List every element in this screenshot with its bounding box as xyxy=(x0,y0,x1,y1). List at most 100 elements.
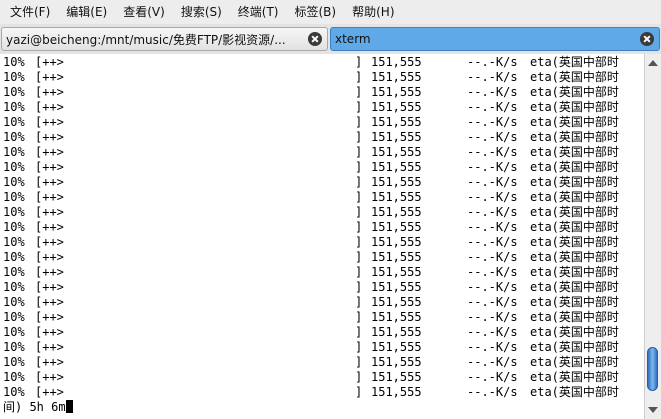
vertical-scrollbar[interactable] xyxy=(644,54,661,419)
download-speed: --.-K/s xyxy=(467,265,518,279)
progress-bar: [++> xyxy=(35,325,64,339)
tab-label: yazi@beicheng:/mnt/music/免费FTP/影视资源/... xyxy=(6,32,286,47)
progress-percent: 10% xyxy=(3,115,25,129)
download-speed: --.-K/s xyxy=(467,385,518,399)
progress-bar-end: ] xyxy=(355,355,363,369)
progress-bar-end: ] xyxy=(355,100,363,114)
download-speed: --.-K/s xyxy=(467,145,518,159)
progress-percent: 10% xyxy=(3,100,25,114)
progress-bar-end: ] xyxy=(355,160,363,174)
tab-xterm[interactable]: xterm xyxy=(330,27,660,51)
progress-percent: 10% xyxy=(3,205,25,219)
eta-text: eta(英国中部时 xyxy=(530,130,619,144)
progress-bar: [++> xyxy=(35,235,64,249)
progress-percent: 10% xyxy=(3,265,25,279)
close-icon[interactable] xyxy=(640,32,654,46)
eta-text: eta(英国中部时 xyxy=(530,370,619,384)
progress-bar-end: ] xyxy=(355,175,363,189)
bytes-downloaded: 151,555 xyxy=(371,355,422,369)
progress-percent: 10% xyxy=(3,325,25,339)
progress-bar: [++> xyxy=(35,250,64,264)
bytes-downloaded: 151,555 xyxy=(371,310,422,324)
eta-text: eta(英国中部时 xyxy=(530,115,619,129)
download-speed: --.-K/s xyxy=(467,310,518,324)
progress-bar-end: ] xyxy=(355,295,363,309)
eta-text: eta(英国中部时 xyxy=(530,355,619,369)
eta-text: eta(英国中部时 xyxy=(530,340,619,354)
bytes-downloaded: 151,555 xyxy=(371,325,422,339)
tab-label: xterm xyxy=(335,32,371,46)
progress-percent: 10% xyxy=(3,190,25,204)
progress-percent: 10% xyxy=(3,250,25,264)
eta-text: eta(英国中部时 xyxy=(530,250,619,264)
progress-bar-end: ] xyxy=(355,205,363,219)
eta-text: eta(英国中部时 xyxy=(530,55,619,69)
text-cursor xyxy=(65,400,73,413)
download-speed: --.-K/s xyxy=(467,100,518,114)
bytes-downloaded: 151,555 xyxy=(371,280,422,294)
download-speed: --.-K/s xyxy=(467,115,518,129)
menu-view[interactable]: 查看(V) xyxy=(115,0,173,24)
progress-percent: 10% xyxy=(3,340,25,354)
eta-text: eta(英国中部时 xyxy=(530,190,619,204)
progress-bar-end: ] xyxy=(355,145,363,159)
download-speed: --.-K/s xyxy=(467,55,518,69)
progress-percent: 10% xyxy=(3,145,25,159)
progress-bar: [++> xyxy=(35,220,64,234)
bytes-downloaded: 151,555 xyxy=(371,175,422,189)
progress-bar-end: ] xyxy=(355,235,363,249)
progress-bar-end: ] xyxy=(355,370,363,384)
progress-bar: [++> xyxy=(35,100,64,114)
terminal-output[interactable]: 10% [++>] 151,555 --.-K/s eta(英国中部时 10% [++>] 1… xyxy=(0,54,644,419)
scroll-up-arrow-icon[interactable] xyxy=(648,60,658,66)
bytes-downloaded: 151,555 xyxy=(371,250,422,264)
eta-text: eta(英国中部时 xyxy=(530,325,619,339)
last-line-text: 间) 5h 6m xyxy=(3,400,66,414)
download-speed: --.-K/s xyxy=(467,205,518,219)
progress-percent: 10% xyxy=(3,85,25,99)
scroll-thumb[interactable] xyxy=(647,347,658,392)
menu-tabs[interactable]: 标签(B) xyxy=(287,0,345,24)
bytes-downloaded: 151,555 xyxy=(371,190,422,204)
close-icon[interactable] xyxy=(308,32,322,46)
download-speed: --.-K/s xyxy=(467,355,518,369)
progress-bar: [++> xyxy=(35,190,64,204)
progress-bar-end: ] xyxy=(355,310,363,324)
bytes-downloaded: 151,555 xyxy=(371,220,422,234)
bytes-downloaded: 151,555 xyxy=(371,115,422,129)
menu-terminal[interactable]: 终端(T) xyxy=(230,0,287,24)
progress-bar: [++> xyxy=(35,55,64,69)
bytes-downloaded: 151,555 xyxy=(371,100,422,114)
progress-percent: 10% xyxy=(3,295,25,309)
download-speed: --.-K/s xyxy=(467,70,518,84)
progress-bar: [++> xyxy=(35,265,64,279)
progress-bar-end: ] xyxy=(355,250,363,264)
menu-search[interactable]: 搜索(S) xyxy=(173,0,230,24)
download-speed: --.-K/s xyxy=(467,175,518,189)
menu-help[interactable]: 帮助(H) xyxy=(344,0,402,24)
bytes-downloaded: 151,555 xyxy=(371,205,422,219)
terminal-last-line: 间) 5h 6m xyxy=(3,400,73,415)
menu-edit[interactable]: 编辑(E) xyxy=(58,0,115,24)
tab-yazi-session[interactable]: yazi@beicheng:/mnt/music/免费FTP/影视资源/... xyxy=(1,27,328,51)
progress-percent: 10% xyxy=(3,220,25,234)
progress-percent: 10% xyxy=(3,175,25,189)
progress-bar: [++> xyxy=(35,310,64,324)
terminal-window: 文件(F) 编辑(E) 查看(V) 搜索(S) 终端(T) 标签(B) 帮助(H… xyxy=(0,0,661,419)
progress-bar-end: ] xyxy=(355,130,363,144)
progress-bar-end: ] xyxy=(355,85,363,99)
progress-bar: [++> xyxy=(35,370,64,384)
progress-bar-end: ] xyxy=(355,115,363,129)
progress-percent: 10% xyxy=(3,385,25,399)
progress-bar-end: ] xyxy=(355,55,363,69)
progress-percent: 10% xyxy=(3,160,25,174)
scroll-down-arrow-icon[interactable] xyxy=(648,407,658,413)
progress-bar: [++> xyxy=(35,175,64,189)
eta-text: eta(英国中部时 xyxy=(530,160,619,174)
menu-file[interactable]: 文件(F) xyxy=(2,0,58,24)
progress-bar: [++> xyxy=(35,70,64,84)
eta-text: eta(英国中部时 xyxy=(530,280,619,294)
progress-bar-end: ] xyxy=(355,220,363,234)
progress-bar-end: ] xyxy=(355,190,363,204)
progress-percent: 10% xyxy=(3,280,25,294)
